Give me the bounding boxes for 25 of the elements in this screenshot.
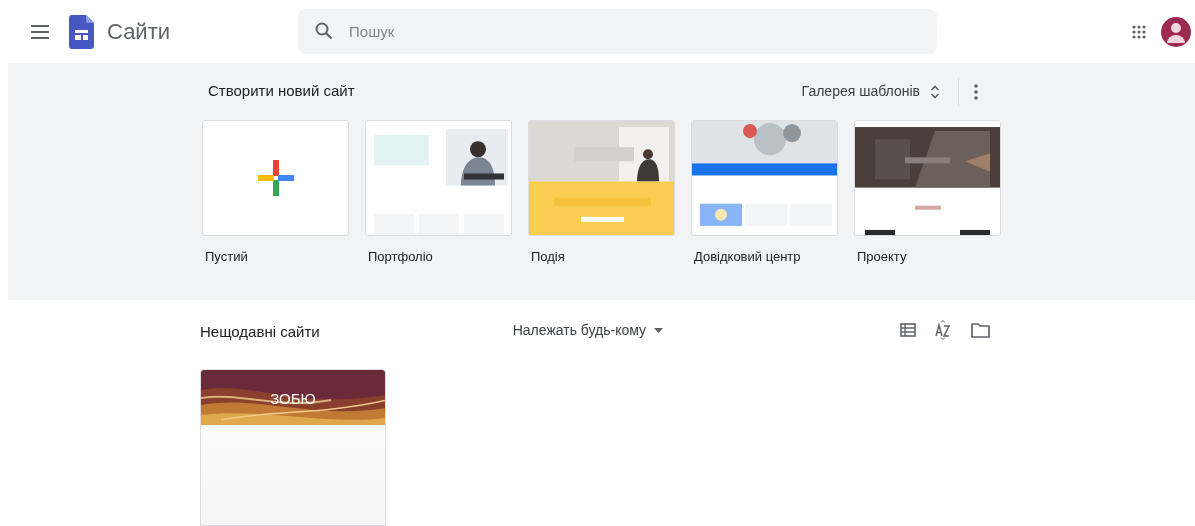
- account-avatar[interactable]: [1161, 16, 1191, 47]
- search-icon[interactable]: [315, 22, 334, 40]
- template-gallery-toggle[interactable]: Галерея шаблонів: [801, 81, 952, 102]
- app-title: Сайти: [107, 18, 171, 46]
- site-title: ЗОБЮ: [269, 389, 317, 409]
- more-options-icon[interactable]: [974, 83, 978, 100]
- plus-icon: [257, 160, 294, 196]
- folder-icon[interactable]: [971, 322, 990, 338]
- caret-icon: [654, 327, 664, 333]
- list-view-icon[interactable]: [900, 323, 916, 337]
- sort-az-icon[interactable]: [935, 320, 951, 340]
- template-label: Довідковий центр: [694, 248, 802, 266]
- owner-filter-dropdown[interactable]: Належать будь-кому: [512, 319, 664, 341]
- section-title: Створити новий сайт: [208, 81, 355, 102]
- expand-icon: [930, 83, 940, 100]
- template-label: Подія: [531, 248, 566, 266]
- template-label: Проекту: [857, 248, 908, 266]
- search-field[interactable]: Пошук: [298, 9, 938, 54]
- site-card[interactable]: ЗОБЮ: [200, 369, 386, 526]
- section-title: Нещодавні сайти: [200, 321, 320, 342]
- sites-logo-icon[interactable]: [69, 14, 94, 49]
- template-label: Пустий: [205, 248, 249, 266]
- apps-grid-icon[interactable]: [1132, 24, 1146, 39]
- menu-icon[interactable]: [31, 24, 49, 39]
- template-label: Портфоліо: [368, 248, 434, 266]
